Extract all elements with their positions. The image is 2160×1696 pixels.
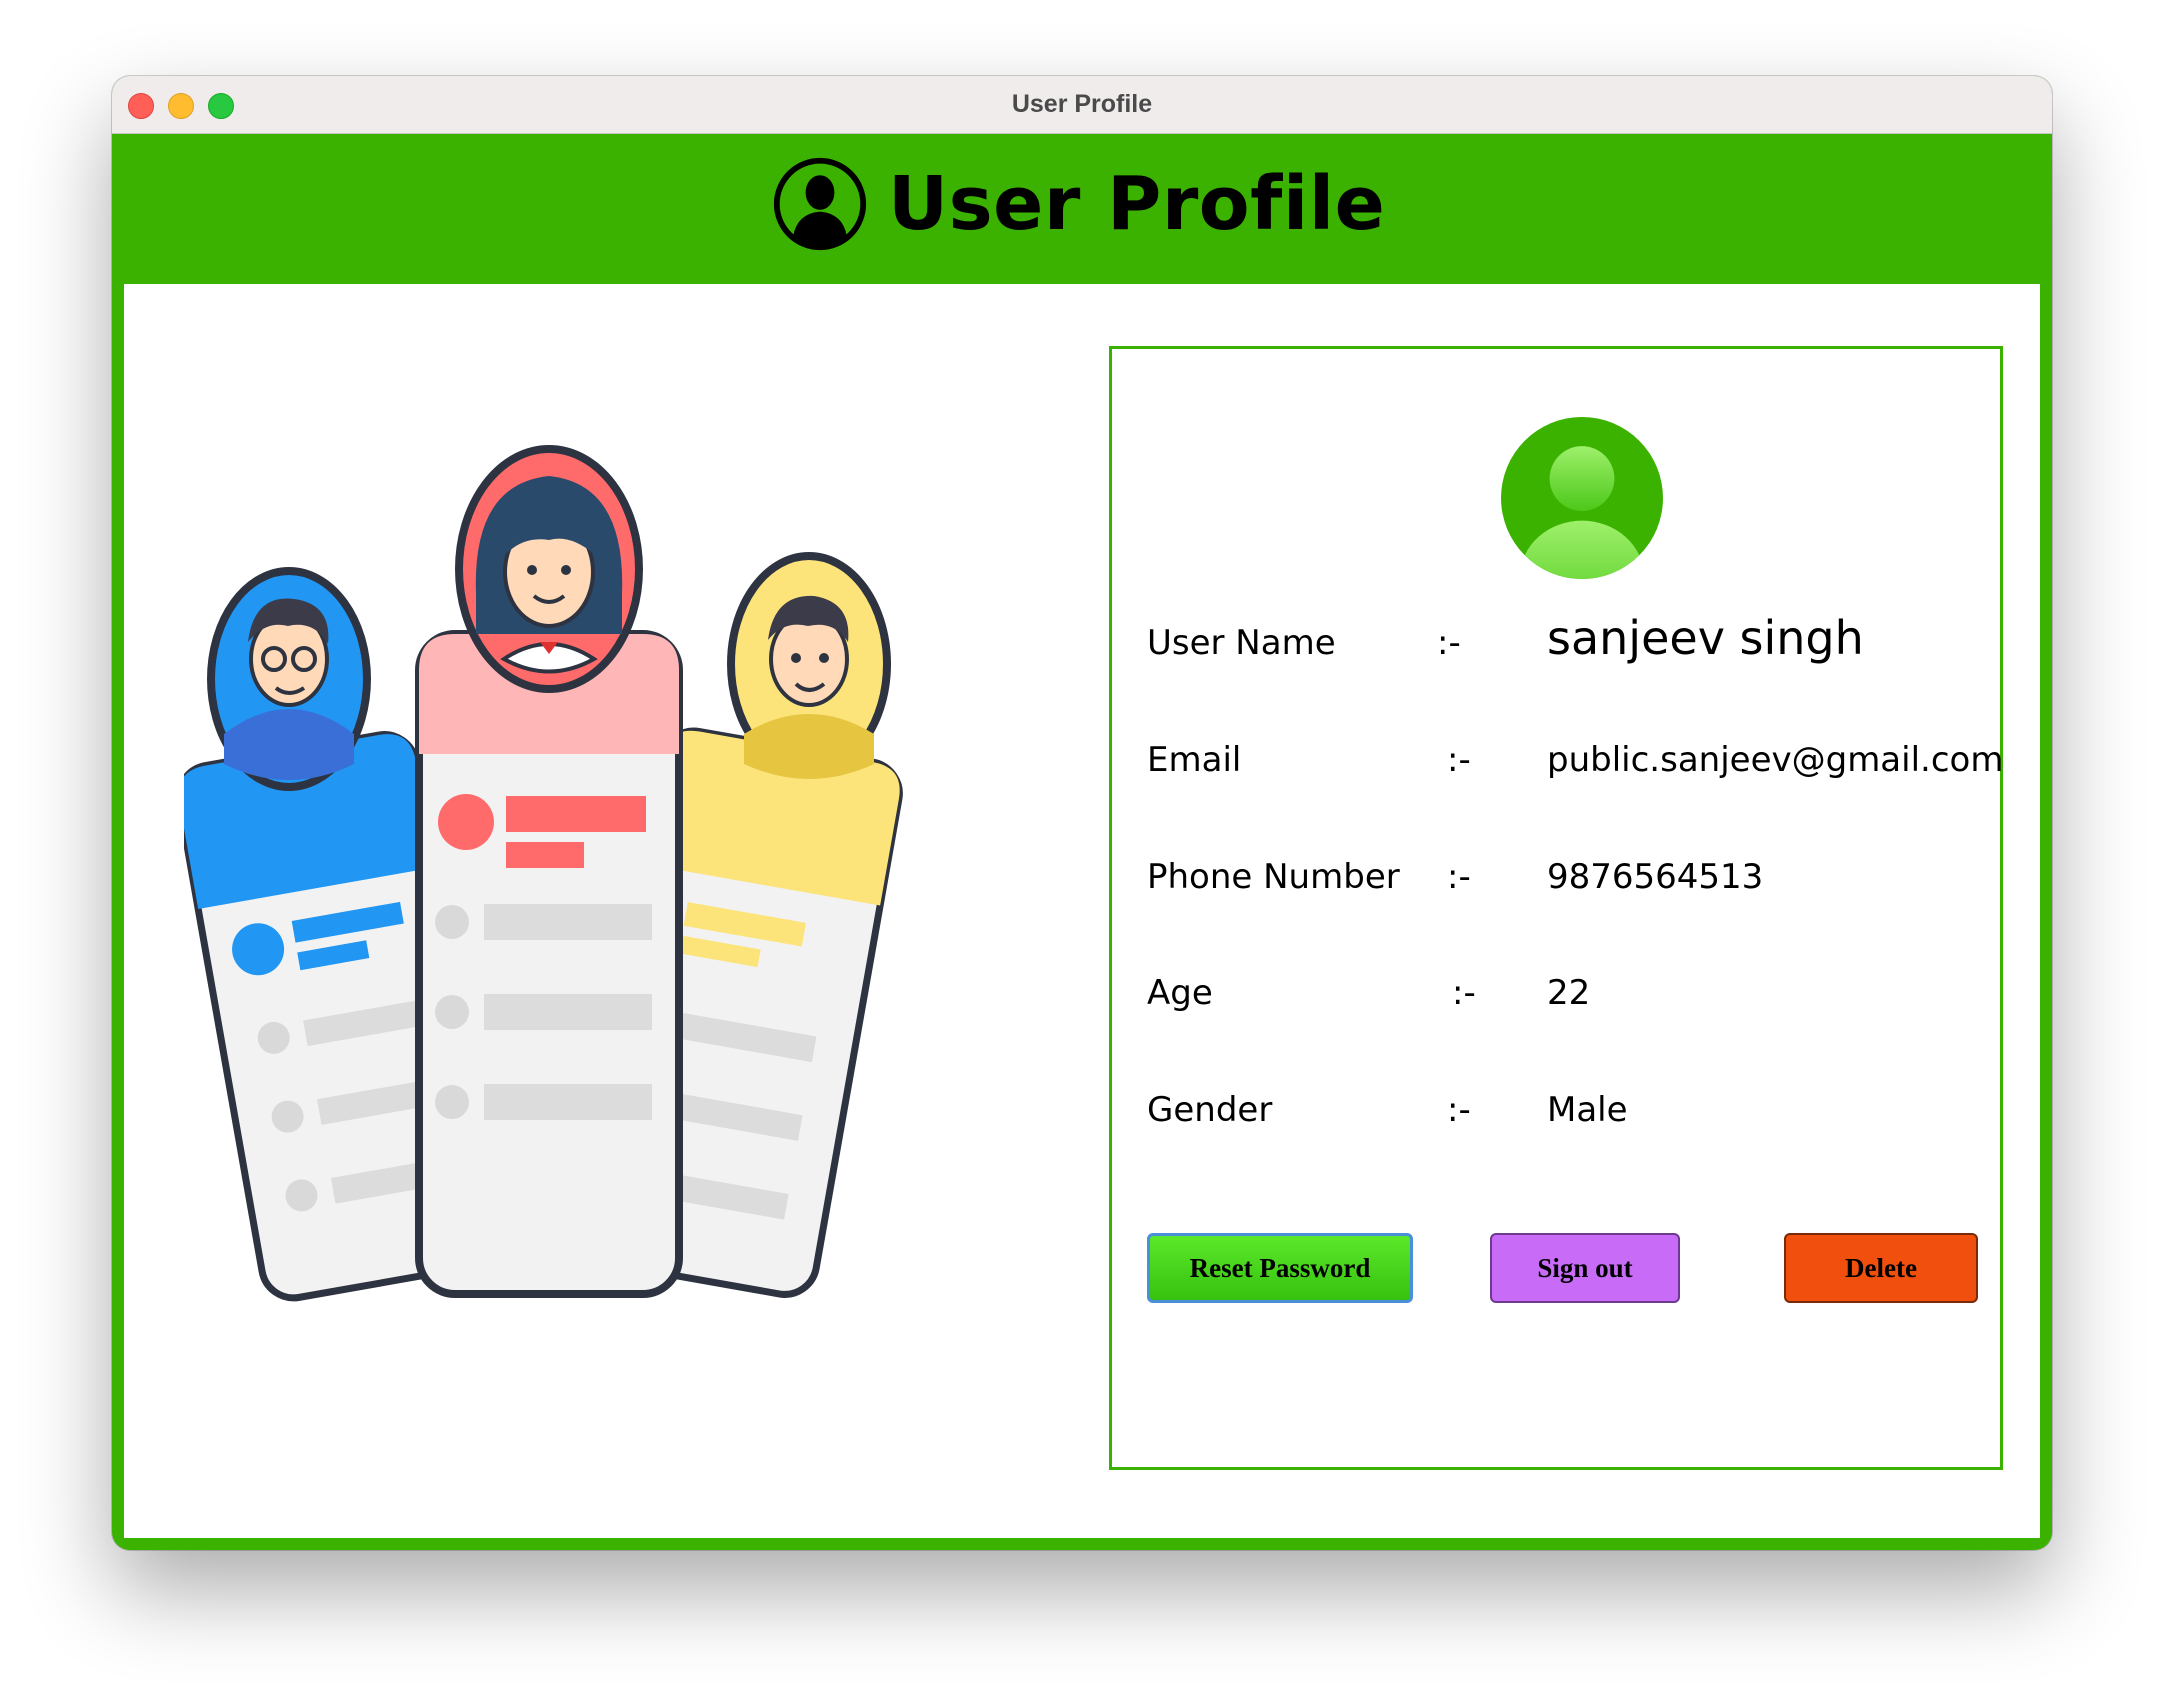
age-value: 22 xyxy=(1547,973,1591,1013)
reset-password-button[interactable]: Reset Password xyxy=(1147,1233,1413,1303)
email-value: public.sanjeev@gmail.com xyxy=(1547,740,2004,780)
user-avatar-icon xyxy=(1501,417,1663,579)
app-header: User Profile xyxy=(112,134,2052,284)
field-age: Age :- 22 xyxy=(1147,961,1967,1021)
sign-out-button[interactable]: Sign out xyxy=(1490,1233,1680,1303)
field-gender: Gender :- Male xyxy=(1147,1078,1967,1138)
window-title: User Profile xyxy=(1011,90,1153,118)
field-phone-number: Phone Number :- 9876564513 xyxy=(1147,845,1967,905)
profile-cards-illustration xyxy=(184,445,903,1302)
field-label: Phone Number xyxy=(1147,857,1400,897)
header-brand: User Profile xyxy=(772,156,1385,252)
title-bar[interactable]: User Profile xyxy=(112,76,2052,134)
user-silhouette-icon xyxy=(773,157,867,251)
gender-value: Male xyxy=(1547,1090,1628,1130)
field-separator: :- xyxy=(1437,623,1461,663)
field-label: Age xyxy=(1147,973,1213,1013)
user-name-value: sanjeev singh xyxy=(1547,611,1864,665)
field-separator: :- xyxy=(1452,973,1476,1013)
field-user-name: User Name :- sanjeev singh xyxy=(1147,611,1967,671)
field-label: Gender xyxy=(1147,1090,1273,1130)
field-label: Email xyxy=(1147,740,1242,780)
field-separator: :- xyxy=(1447,1090,1471,1130)
field-email: Email :- public.sanjeev@gmail.com xyxy=(1147,728,2003,788)
profile-card: User Name :- sanjeev singh Email :- publ… xyxy=(1109,346,2003,1470)
header-title: User Profile xyxy=(888,161,1386,247)
delete-button[interactable]: Delete xyxy=(1784,1233,1978,1303)
field-label: User Name xyxy=(1147,623,1336,663)
phone-value: 9876564513 xyxy=(1547,857,1764,897)
field-separator: :- xyxy=(1447,740,1471,780)
app-window: User Profile User Profile User Name:- s… xyxy=(112,76,2052,1550)
field-separator: :- xyxy=(1447,857,1471,897)
main-content: User Name :- sanjeev singh Email :- publ… xyxy=(124,284,2040,1538)
